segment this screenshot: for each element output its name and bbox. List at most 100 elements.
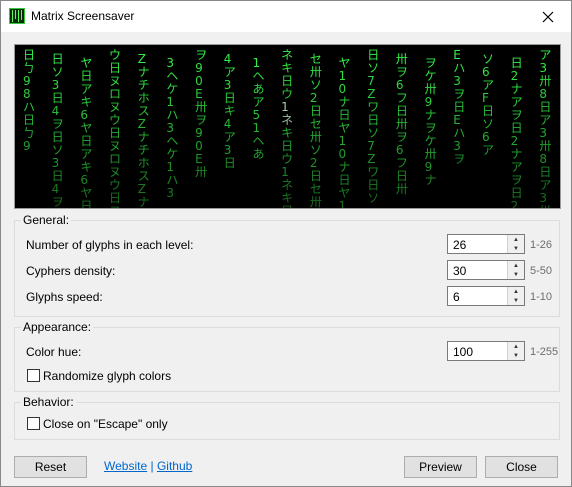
matrix-glyph: E <box>195 87 203 101</box>
matrix-glyph: セ <box>310 52 322 66</box>
matrix-glyph: 日 <box>281 139 293 153</box>
cyphers-density-value[interactable]: 30 <box>453 264 466 278</box>
matrix-glyph: ヲ <box>195 113 207 127</box>
glyphs-per-level-spinner[interactable]: 26 ▲ ▼ <box>447 234 525 254</box>
matrix-glyph: 3 <box>166 186 174 200</box>
matrix-glyph: 日 <box>511 56 523 70</box>
cyphers-density-range: 5-50 <box>530 265 553 277</box>
matrix-glyph: ナ <box>138 65 150 79</box>
matrix-glyph: ア <box>224 65 236 79</box>
dialog-window: Matrix Screensaver 日ㄅ98ハ日ㄅ9日ソ3日4ヲ日ソ3日4ヲ日… <box>0 0 572 487</box>
matrix-glyph: ア <box>511 160 523 174</box>
close-on-escape-checkbox[interactable] <box>27 417 40 430</box>
matrix-rain-canvas: 日ㄅ98ハ日ㄅ9日ソ3日4ヲ日ソ3日4ヲ日ソ3ヤ日アキ6ヤ日アキ6ヤ日アキウ日ヌ… <box>23 48 551 208</box>
matrix-glyph: ケ <box>425 134 437 148</box>
matrix-glyph: 6 <box>80 173 88 187</box>
glyphs-speed-value[interactable]: 6 <box>453 290 460 304</box>
matrix-glyph: ウ <box>109 48 121 62</box>
matrix-glyph: 日 <box>109 61 121 75</box>
matrix-glyph: ソ <box>52 143 64 157</box>
spinner-buttons: ▲ ▼ <box>507 287 524 305</box>
close-window-button[interactable] <box>525 1 571 32</box>
color-hue-value[interactable]: 100 <box>453 345 473 359</box>
matrix-glyph: 卅 <box>310 195 322 208</box>
matrix-glyph: チ <box>138 143 150 157</box>
matrix-glyph: 3 <box>224 143 232 157</box>
decrement-arrow-icon[interactable]: ▼ <box>508 270 524 279</box>
matrix-glyph: 日 <box>367 178 379 192</box>
matrix-glyph: 卅 <box>539 204 551 208</box>
matrix-glyph: 9 <box>23 74 31 88</box>
matrix-glyph: ア <box>252 95 264 109</box>
preview-button[interactable]: Preview <box>404 456 477 478</box>
matrix-glyph: ヲ <box>511 108 523 122</box>
matrix-glyph: 9 <box>195 126 203 140</box>
glyphs-per-level-value[interactable]: 26 <box>453 238 466 252</box>
color-hue-spinner[interactable]: 100 ▲ ▼ <box>447 341 525 361</box>
matrix-glyph: ケ <box>166 82 178 96</box>
matrix-glyph: ホ <box>138 91 150 105</box>
close-icon <box>542 11 554 22</box>
randomize-colors-checkbox[interactable] <box>27 369 40 382</box>
matrix-glyph: ナ <box>511 147 523 161</box>
close-on-escape-label[interactable]: Close on "Escape" only <box>43 417 168 431</box>
matrix-glyph: ナ <box>425 108 437 122</box>
matrix-glyph: ソ <box>310 143 322 157</box>
link-separator: | <box>150 459 154 473</box>
glyphs-speed-range: 1-10 <box>530 291 553 303</box>
close-button[interactable]: Close <box>485 456 558 478</box>
matrix-glyph: 6 <box>482 65 490 79</box>
matrix-glyph: 4 <box>224 117 232 131</box>
matrix-glyph: チ <box>138 78 150 92</box>
matrix-glyph: ネ <box>281 113 293 127</box>
matrix-glyph: 日 <box>224 156 236 170</box>
cyphers-density-spinner[interactable]: 30 ▲ ▼ <box>447 260 525 280</box>
decrement-arrow-icon[interactable]: ▼ <box>508 296 524 305</box>
matrix-glyph: ウ <box>281 87 293 101</box>
matrix-glyph: 3 <box>166 56 174 70</box>
matrix-glyph: 日 <box>339 108 351 122</box>
matrix-glyph: 日 <box>80 134 92 148</box>
matrix-glyph: 0 <box>195 74 203 88</box>
matrix-glyph: ヲ <box>52 117 64 131</box>
matrix-glyph: ア <box>539 113 551 127</box>
matrix-glyph: 1 <box>252 56 260 70</box>
matrix-glyph: 8 <box>539 152 547 166</box>
matrix-glyph: 4 <box>52 104 60 118</box>
general-group: General: Number of glyphs in each level:… <box>14 213 560 317</box>
footer-links: Website | Github <box>104 459 192 473</box>
matrix-glyph: ウ <box>281 152 293 166</box>
matrix-glyph: ヘ <box>252 69 264 83</box>
matrix-glyph: ナ <box>138 195 150 208</box>
decrement-arrow-icon[interactable]: ▼ <box>508 351 524 360</box>
matrix-glyph: 0 <box>339 82 347 96</box>
matrix-glyph: 卅 <box>539 74 551 88</box>
reset-button[interactable]: Reset <box>14 456 87 478</box>
matrix-glyph: 6 <box>396 143 404 157</box>
glyphs-speed-spinner[interactable]: 6 ▲ ▼ <box>447 286 525 306</box>
matrix-preview: 日ㄅ98ハ日ㄅ9日ソ3日4ヲ日ソ3日4ヲ日ソ3ヤ日アキ6ヤ日アキ6ヤ日アキウ日ヌ… <box>14 44 561 209</box>
website-link[interactable]: Website <box>104 459 147 473</box>
github-link[interactable]: Github <box>157 459 192 473</box>
matrix-glyph: 日 <box>281 204 293 208</box>
matrix-glyph: ア <box>80 147 92 161</box>
matrix-glyph: 日 <box>224 91 236 105</box>
matrix-glyph: 2 <box>511 69 519 83</box>
randomize-colors-label[interactable]: Randomize glyph colors <box>43 369 171 383</box>
matrix-glyph: 日 <box>52 91 64 105</box>
decrement-arrow-icon[interactable]: ▼ <box>508 244 524 253</box>
title-bar[interactable]: Matrix Screensaver <box>1 1 571 32</box>
matrix-glyph: 3 <box>224 78 232 92</box>
matrix-glyph: ヌ <box>109 139 121 153</box>
matrix-glyph: ㄅ <box>23 126 35 140</box>
color-hue-range: 1-255 <box>530 346 559 358</box>
matrix-glyph: 日 <box>453 100 465 114</box>
matrix-glyph: 1 <box>281 165 289 179</box>
matrix-glyph: 2 <box>310 156 318 170</box>
matrix-glyph: キ <box>224 104 236 118</box>
matrix-glyph: ヲ <box>396 65 408 79</box>
matrix-glyph: セ <box>310 117 322 131</box>
matrix-glyph: E <box>453 113 461 127</box>
matrix-glyph: 日 <box>52 169 64 183</box>
matrix-glyph: ネ <box>281 48 293 62</box>
